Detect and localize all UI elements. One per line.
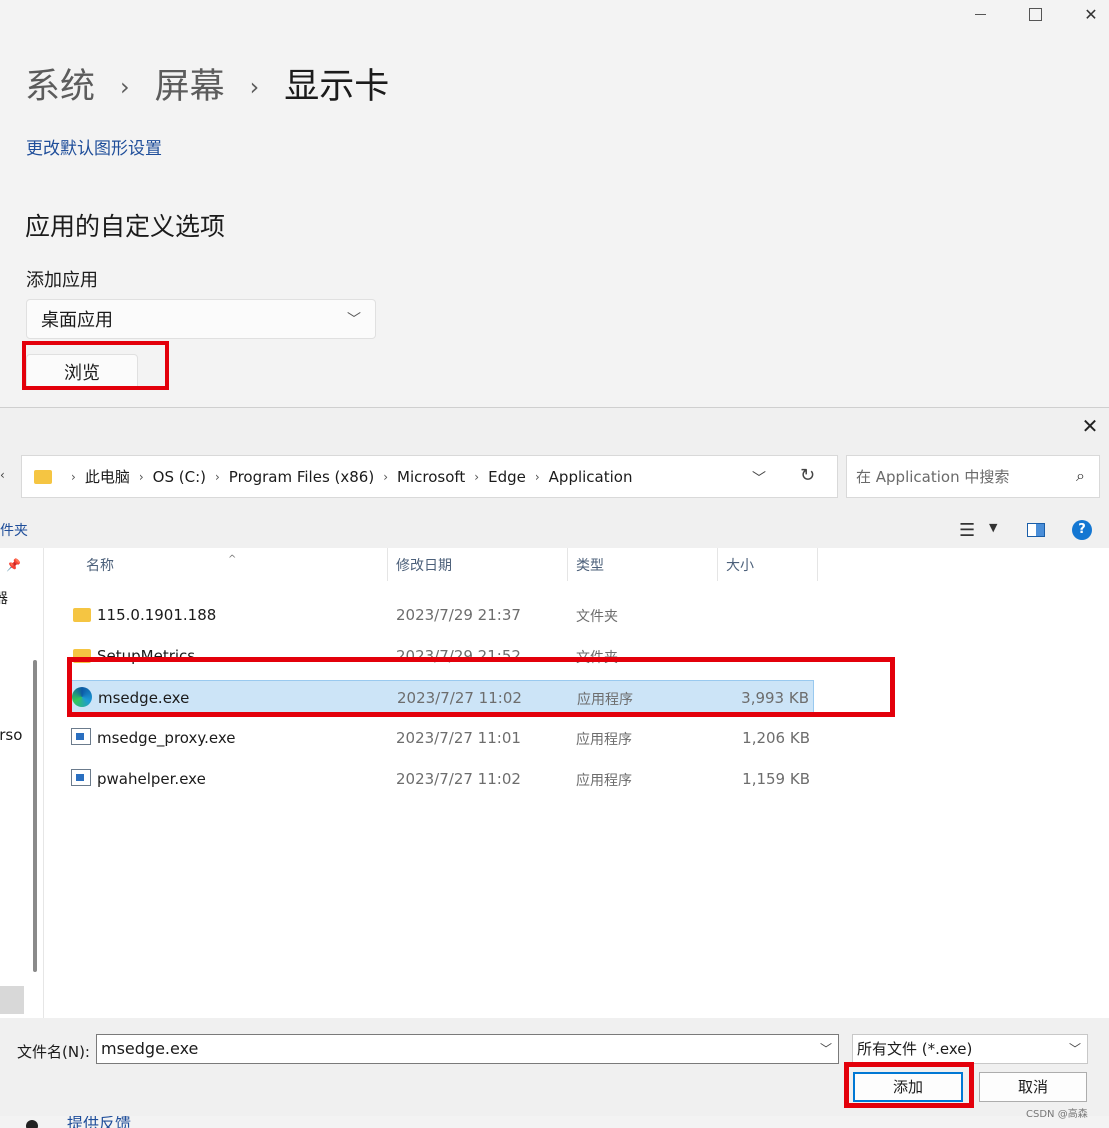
- search-icon: ⌕: [1076, 466, 1085, 485]
- address-segment-microsoft[interactable]: Microsoft: [397, 468, 465, 486]
- nav-item[interactable]: erso: [0, 726, 22, 744]
- chevron-right-icon: ›: [474, 469, 480, 484]
- filename-label: 文件名(N):: [17, 1043, 90, 1061]
- address-segment-os-c[interactable]: OS (C:): [153, 468, 206, 486]
- close-icon[interactable]: ✕: [1068, 0, 1109, 28]
- file-date: 2023/7/27 11:01: [396, 729, 521, 747]
- new-folder-button[interactable]: 件夹: [0, 520, 28, 540]
- nav-item[interactable]: 器: [0, 588, 8, 608]
- pin-icon: 📌: [6, 558, 21, 572]
- exe-icon: [71, 728, 91, 745]
- folder-icon: [73, 608, 91, 622]
- view-menu-icon[interactable]: ☰: [959, 520, 975, 541]
- chevron-down-icon[interactable]: ﹀: [752, 468, 766, 488]
- file-name: pwahelper.exe: [97, 770, 206, 788]
- file-type: 应用程序: [576, 732, 632, 748]
- column-name-label: 名称: [86, 558, 114, 574]
- filetype-select[interactable]: 所有文件 (*.exe) ﹀: [852, 1034, 1088, 1064]
- address-segment-this-pc[interactable]: 此电脑: [85, 466, 130, 487]
- cancel-button[interactable]: 取消: [979, 1072, 1087, 1102]
- chevron-right-icon: ›: [383, 469, 389, 484]
- refresh-icon[interactable]: ↻: [800, 465, 815, 486]
- file-row[interactable]: 115.0.1901.188 2023/7/29 21:37 文件夹: [68, 598, 814, 632]
- file-row[interactable]: pwahelper.exe 2023/7/27 11:02 应用程序 1,159…: [68, 762, 814, 796]
- maximize-icon[interactable]: [1012, 0, 1058, 28]
- add-app-label: 添加应用: [26, 270, 98, 291]
- file-name: 115.0.1901.188: [97, 606, 217, 624]
- column-header-date[interactable]: 修改日期: [388, 548, 568, 581]
- address-segment-edge[interactable]: Edge: [488, 468, 526, 486]
- chevron-right-icon: ›: [214, 469, 220, 484]
- address-segment-program-files[interactable]: Program Files (x86): [229, 468, 374, 486]
- chevron-right-icon: ›: [249, 73, 260, 101]
- feedback-strip: 提供反馈: [0, 1116, 1109, 1128]
- navigation-pane: 📌 器 erso: [0, 548, 44, 1018]
- app-type-select[interactable]: 桌面应用 ﹀: [26, 299, 376, 339]
- chevron-right-icon: ›: [138, 469, 144, 484]
- preview-pane-icon[interactable]: [1027, 523, 1045, 537]
- filename-value: msedge.exe: [101, 1039, 199, 1058]
- file-name: msedge_proxy.exe: [97, 729, 236, 747]
- file-type: 文件夹: [576, 609, 618, 625]
- chevron-down-icon[interactable]: ﹀: [820, 1035, 832, 1063]
- column-header-name[interactable]: 名称 ^: [44, 548, 388, 581]
- folder-icon: [34, 469, 52, 484]
- chevron-down-icon: ﹀: [347, 312, 361, 328]
- search-placeholder: 在 Application 中搜索: [856, 468, 1010, 486]
- file-open-dialog: ✕ ‹ › 此电脑 › OS (C:) › Program Files (x86…: [0, 407, 1109, 1116]
- exe-icon: [71, 769, 91, 786]
- breadcrumb-display[interactable]: 屏幕: [155, 62, 225, 112]
- file-size: 1,206 KB: [742, 729, 810, 747]
- highlight-box-browse: [22, 341, 169, 390]
- nav-item-selected[interactable]: [0, 986, 24, 1014]
- file-row[interactable]: msedge_proxy.exe 2023/7/27 11:01 应用程序 1,…: [68, 721, 814, 755]
- address-segment-application[interactable]: Application: [549, 468, 633, 486]
- file-date: 2023/7/27 11:02: [396, 770, 521, 788]
- file-size: 1,159 KB: [742, 770, 810, 788]
- watermark: CSDN @高森: [1026, 1109, 1088, 1120]
- file-date: 2023/7/29 21:37: [396, 606, 521, 624]
- feedback-icon: [26, 1120, 38, 1128]
- chevron-down-icon[interactable]: ▼: [989, 521, 997, 534]
- column-header-size[interactable]: 大小: [718, 548, 818, 581]
- address-bar[interactable]: › 此电脑 › OS (C:) › Program Files (x86) › …: [21, 455, 838, 498]
- dialog-close-icon[interactable]: ✕: [1078, 414, 1102, 438]
- chevron-right-icon: ›: [534, 469, 540, 484]
- file-list: 名称 ^ 修改日期 类型 大小 115.0.1901.188 2023/7/29…: [44, 548, 1109, 1018]
- change-default-graphics-link[interactable]: 更改默认图形设置: [26, 134, 162, 159]
- sort-ascending-icon: ^: [228, 554, 237, 565]
- column-header-type[interactable]: 类型: [568, 548, 718, 581]
- breadcrumb-system[interactable]: 系统: [25, 62, 95, 112]
- chevron-left-icon[interactable]: ‹: [0, 468, 5, 482]
- app-type-value: 桌面应用: [41, 310, 113, 331]
- chevron-right-icon: ›: [71, 469, 76, 484]
- page-title: 显示卡: [284, 67, 390, 107]
- chevron-right-icon: ›: [120, 73, 130, 101]
- highlight-box-add: [844, 1062, 974, 1108]
- breadcrumb: 系统 › 屏幕 › 显示卡: [25, 62, 389, 112]
- scrollbar[interactable]: [33, 660, 37, 972]
- search-input[interactable]: 在 Application 中搜索 ⌕: [846, 455, 1100, 498]
- section-title: 应用的自定义选项: [25, 212, 226, 241]
- filetype-value: 所有文件 (*.exe): [857, 1040, 973, 1058]
- filename-field[interactable]: msedge.exe ﹀: [96, 1034, 839, 1064]
- chevron-down-icon: ﹀: [1068, 1042, 1081, 1056]
- minimize-icon[interactable]: [957, 0, 1003, 28]
- help-icon[interactable]: ?: [1072, 520, 1092, 540]
- file-type: 应用程序: [576, 773, 632, 789]
- highlight-box-msedge: [67, 657, 895, 717]
- feedback-link[interactable]: 提供反馈: [67, 1116, 131, 1128]
